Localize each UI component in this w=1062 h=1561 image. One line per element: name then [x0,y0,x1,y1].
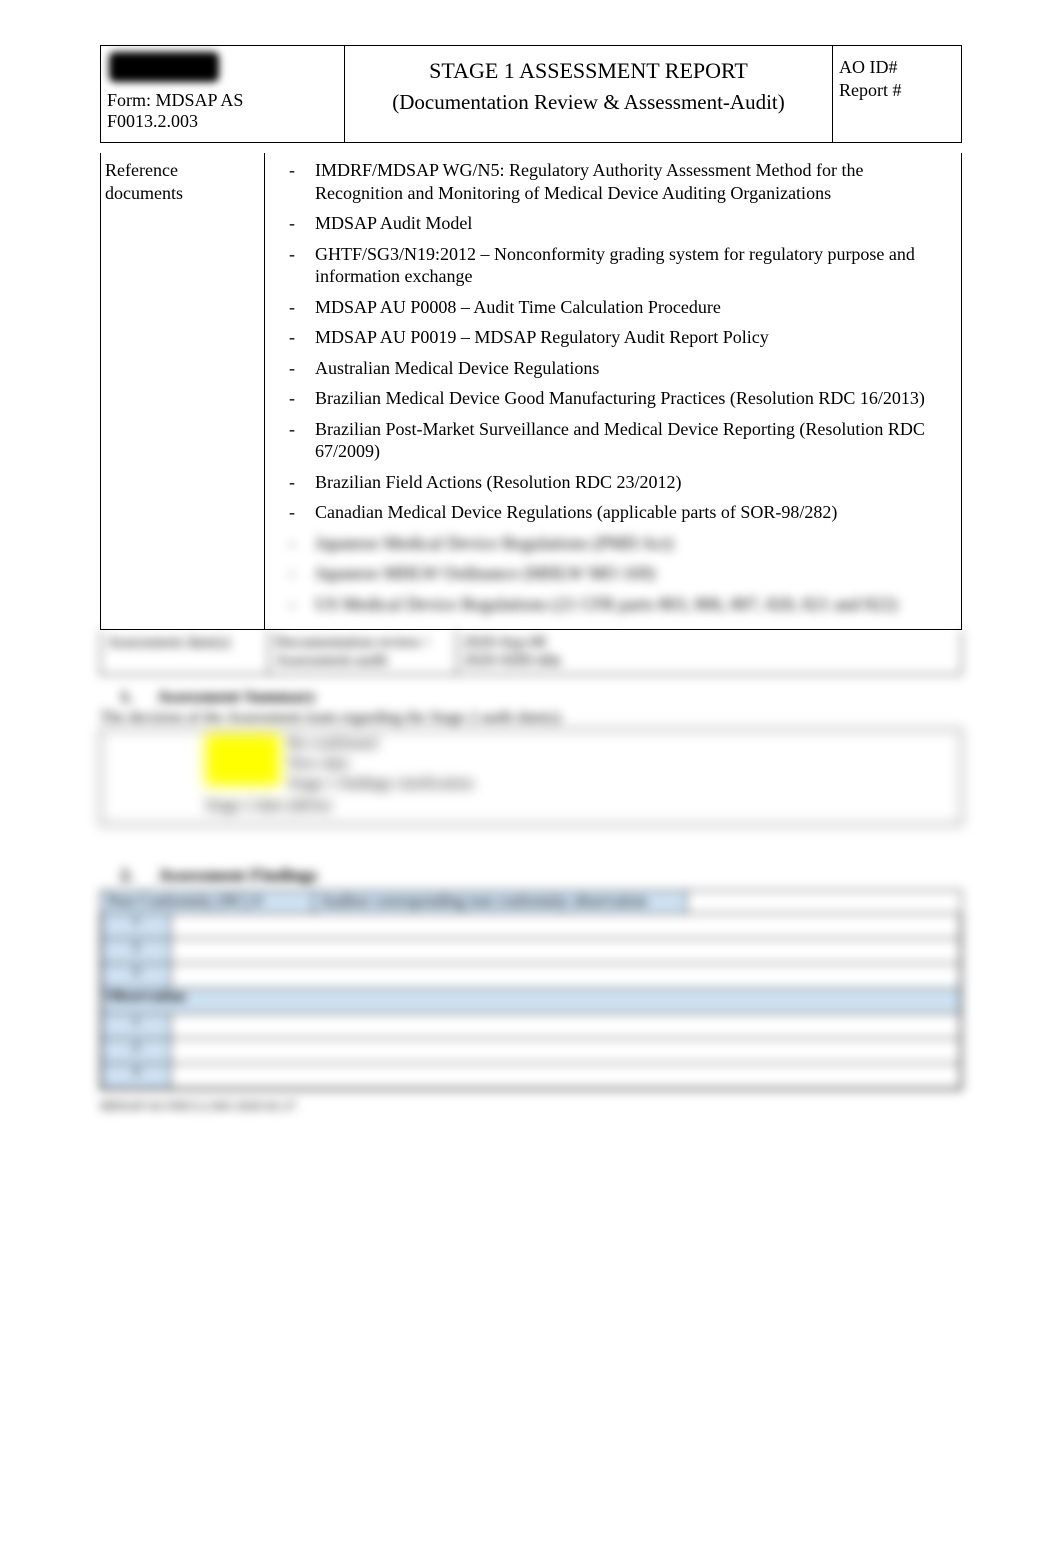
report-title-line2: (Documentation Review & Assessment-Audit… [360,90,817,115]
reference-item: GHTF/SG3/N19:2012 – Nonconformity gradin… [275,243,951,288]
header-form-cell: Form: MDSAP AS F0013.2.003 [101,46,345,142]
nc-row-content [171,964,961,989]
section-1-option: Re-confirmed [288,734,473,754]
table-row: 2 [102,1039,961,1064]
table-row: 3 [102,964,961,989]
section-1-number: 1. [120,687,133,706]
obs-row-number: 2 [102,1039,171,1064]
nc-blank-header [687,891,961,913]
nc-row-content [171,914,961,939]
assessment-date-2: 2020-SDD-dda [463,652,955,670]
reference-item: MDSAP Audit Model [275,212,951,235]
header-id-cell: AO ID# Report # [833,46,961,142]
table-row: 1 [102,914,961,939]
reference-documents-list-container: IMDRF/MDSAP WG/N5: Regulatory Authority … [265,153,961,629]
form-id: Form: MDSAP AS F0013.2.003 [107,90,332,132]
section-2-column-headers: Non Conformity (NC) # Auditor correspond… [101,891,961,913]
reference-item: MDSAP AU P0019 – MDSAP Regulatory Audit … [275,326,951,349]
findings-table: 1 2 3 Observation 1 2 3 [101,913,961,1089]
reference-item: MDSAP AU P0008 – Audit Time Calculation … [275,296,951,319]
section-1-box: Re-confirmed New date Stage 1 findings c… [100,729,962,825]
observation-label: Observation [102,989,961,1014]
reference-item: US Medical Device Regulations (21 CFR pa… [275,593,951,616]
report-title-line1: STAGE 1 ASSESSMENT REPORT [360,58,817,84]
section-2-heading: 2. Assessment Findings [100,865,962,886]
reference-item: IMDRF/MDSAP WG/N5: Regulatory Authority … [275,159,951,204]
page-footer: MDSAP AS F0013.2.003 2020-02-27 [100,1098,962,1114]
table-row: 1 [102,1014,961,1039]
table-row: 2 [102,939,961,964]
nc-row-number: 2 [102,939,171,964]
section-2-number: 2. [120,865,134,885]
section-1-option: Stage 1 findings clarification [288,774,473,794]
reference-documents-label: Reference documents [101,153,265,629]
reference-documents-list: IMDRF/MDSAP WG/N5: Regulatory Authority … [275,159,951,615]
header-title-cell: STAGE 1 ASSESSMENT REPORT (Documentation… [345,46,833,142]
section-1-options: Re-confirmed New date Stage 1 findings c… [288,734,473,794]
ao-id-label: AO ID# [839,56,949,79]
nc-row-content [171,939,961,964]
obs-row-number: 1 [102,1014,171,1039]
assessment-dates-label: Assessment date(s) [101,630,269,674]
nc-number-header: Non Conformity (NC) # [101,891,314,913]
report-number-label: Report # [839,79,949,102]
obs-row-number: 3 [102,1064,171,1089]
nc-row-number: 1 [102,914,171,939]
table-row: 3 [102,1064,961,1089]
assessment-dates-value: 2020-Sep-08 2020-SDD-dda [457,630,961,674]
reference-item: Japanese MHLW Ordinance (MHLW MO 169) [275,562,951,585]
assessment-dates-row: Assessment date(s) Documentation review … [100,630,962,675]
obs-row-content [171,1064,961,1089]
section-1-title: Assessment Summary [157,687,316,706]
observation-label-row: Observation [102,989,961,1014]
org-logo [109,52,219,82]
nc-observation-header: Auditor corresponding non conformity obs… [314,891,687,913]
section-1-heading: 1. Assessment Summary [100,687,962,707]
obs-row-content [171,1039,961,1064]
highlight-block [205,734,280,786]
section-2-title: Assessment Findings [158,865,318,885]
section-1-option: New date [288,754,473,774]
section-1-caption: The decision of the Assessment team rega… [100,709,962,727]
section-1-bottom-line: Stage 2 date (dd/m) [205,796,957,816]
report-header: Form: MDSAP AS F0013.2.003 STAGE 1 ASSES… [100,45,962,143]
reference-item: Australian Medical Device Regulations [275,357,951,380]
nc-row-number: 3 [102,964,171,989]
reference-item: Canadian Medical Device Regulations (app… [275,501,951,524]
reference-item: Japanese Medical Device Regulations (PMD… [275,532,951,555]
assessment-date-1: 2020-Sep-08 [463,634,955,652]
reference-item: Brazilian Medical Device Good Manufactur… [275,387,951,410]
section-2-box: Non Conformity (NC) # Auditor correspond… [100,890,962,1090]
reference-documents-box: Reference documents IMDRF/MDSAP WG/N5: R… [100,153,962,630]
reference-item: Brazilian Field Actions (Resolution RDC … [275,471,951,494]
reference-item: Brazilian Post-Market Surveillance and M… [275,418,951,463]
obs-row-content [171,1014,961,1039]
assessment-type-label: Documentation review / Assessment-audit [269,630,457,674]
